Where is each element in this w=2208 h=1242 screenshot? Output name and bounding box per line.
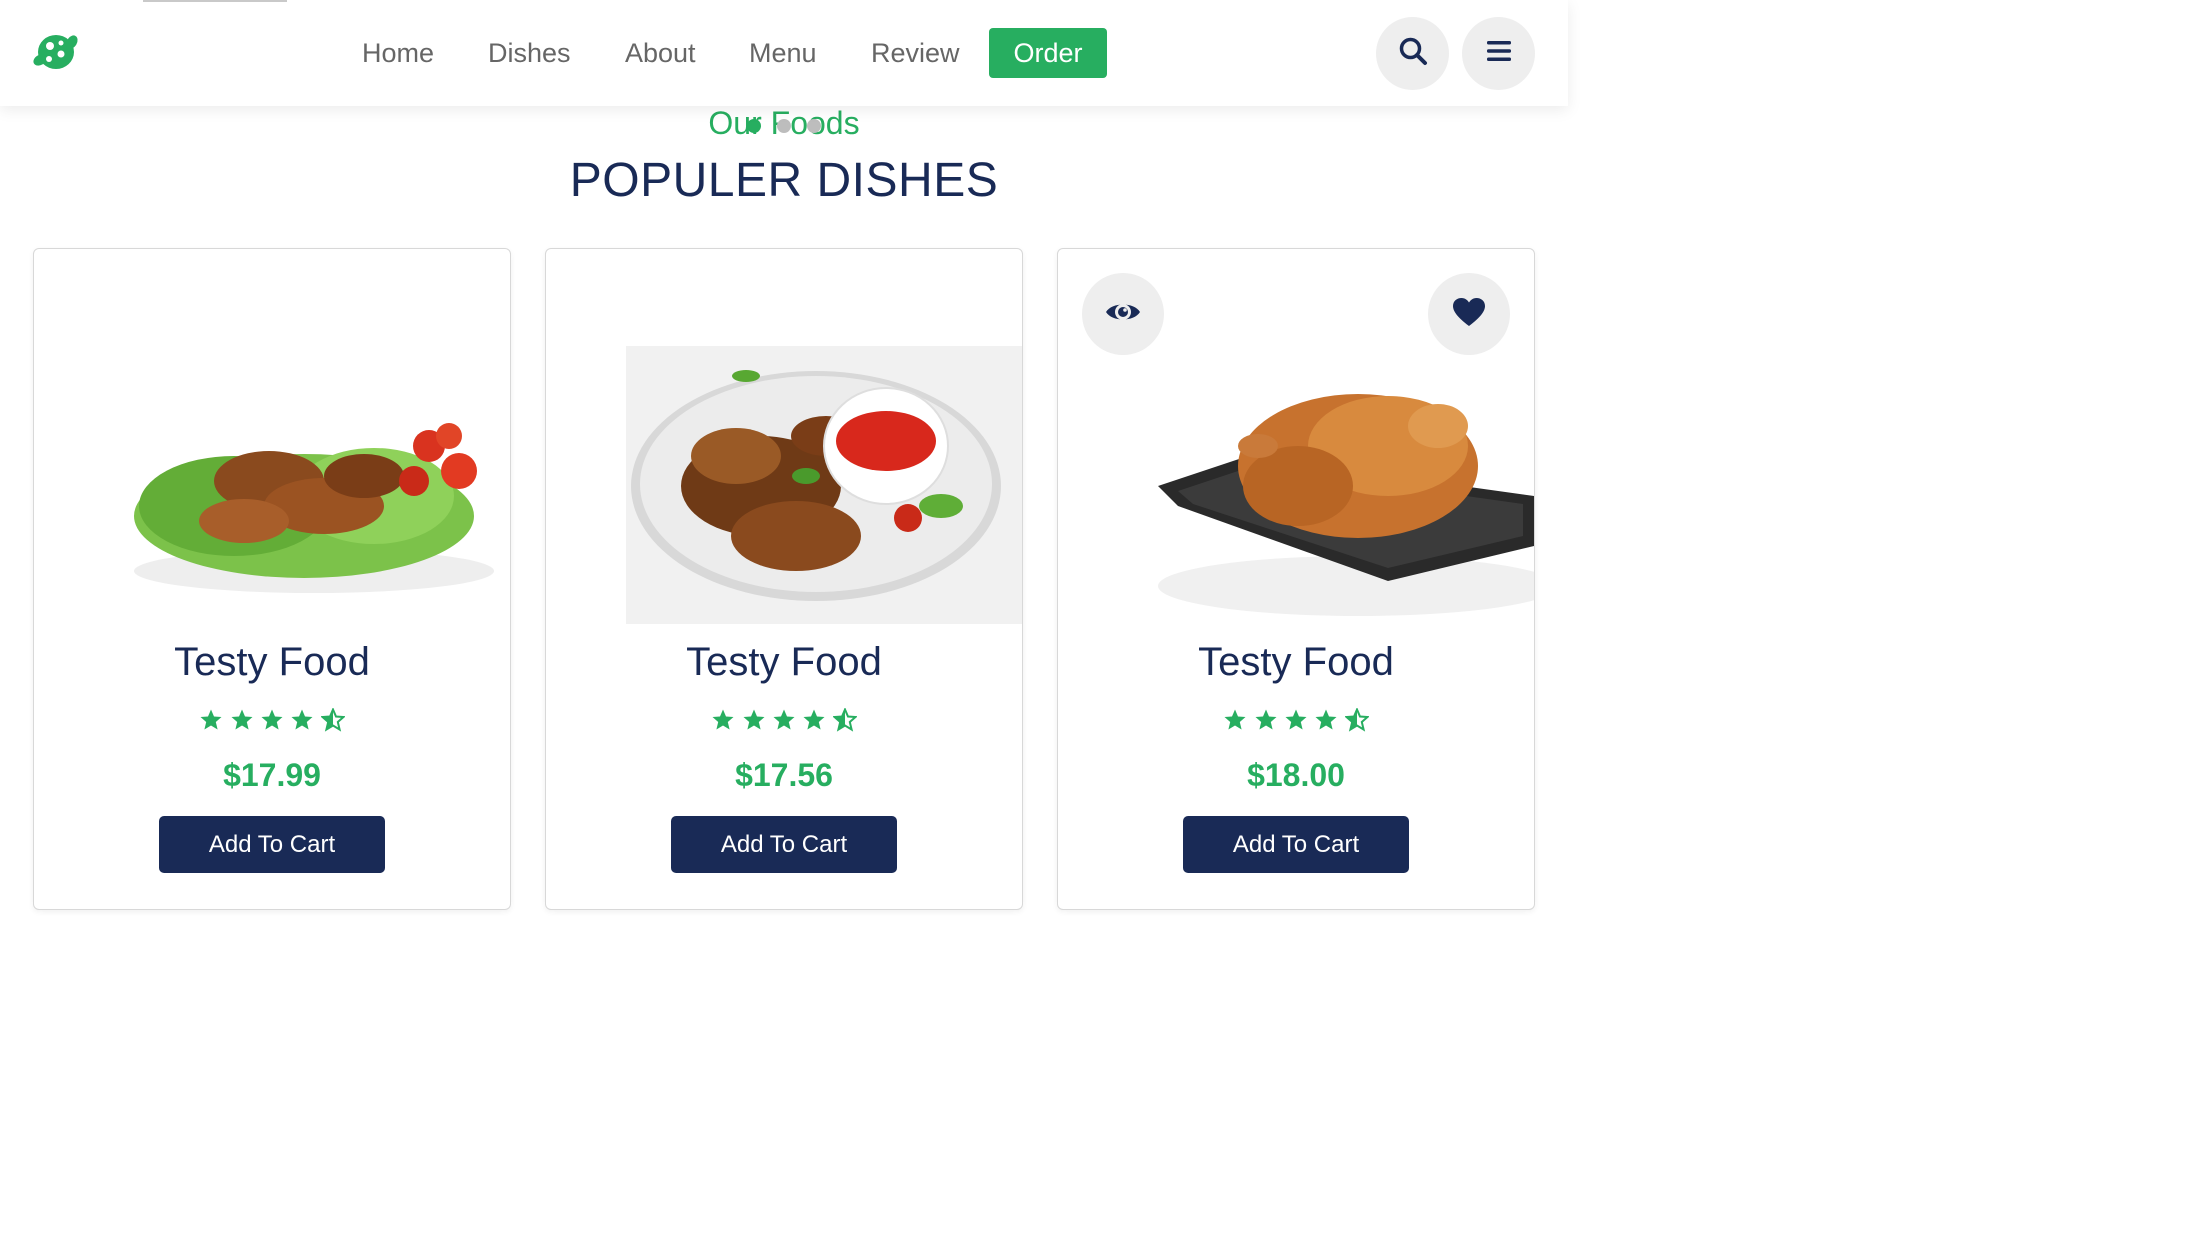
dish-title: Testy Food — [174, 640, 370, 684]
star-icon — [1315, 709, 1337, 730]
star-icon — [291, 709, 313, 730]
search-button[interactable] — [1376, 17, 1449, 90]
nav-review[interactable]: Review — [871, 36, 960, 70]
star-icon — [743, 709, 765, 730]
rating-stars — [546, 708, 1022, 734]
nav-about[interactable]: About — [625, 36, 696, 70]
top-strip — [143, 0, 287, 2]
section-heading: POPULER DISHES — [569, 154, 999, 207]
dish-image-wings-salad — [114, 346, 510, 624]
star-half-icon — [832, 708, 857, 732]
dish-price: $17.56 — [735, 757, 833, 793]
dish-card: Testy Food $18.00 Add To Cart — [1057, 248, 1535, 910]
carousel-dot[interactable] — [807, 119, 821, 133]
nav-dishes[interactable]: Dishes — [488, 36, 571, 70]
rating-stars — [1058, 708, 1534, 734]
star-icon — [773, 709, 795, 730]
nav-home[interactable]: Home — [362, 36, 434, 70]
star-icon — [1285, 709, 1307, 730]
star-half-icon — [1344, 708, 1369, 732]
star-icon — [1255, 709, 1277, 730]
heart-icon — [1452, 297, 1486, 332]
hamburger-menu-icon — [1486, 39, 1512, 68]
star-icon — [231, 709, 253, 730]
eye-icon — [1104, 298, 1142, 331]
add-to-cart-button[interactable]: Add To Cart — [1183, 816, 1409, 873]
star-icon — [200, 709, 222, 730]
star-icon — [261, 709, 283, 730]
dish-image-wings-sauce — [626, 346, 1022, 624]
star-icon — [1224, 709, 1246, 730]
star-half-icon — [320, 708, 345, 732]
dish-price: $17.99 — [223, 757, 321, 793]
search-icon — [1398, 36, 1428, 71]
quick-view-button[interactable] — [1082, 273, 1164, 355]
carousel-dots — [747, 119, 827, 133]
dish-title: Testy Food — [686, 640, 882, 684]
dish-title: Testy Food — [1198, 640, 1394, 684]
nav-menu[interactable]: Menu — [749, 36, 817, 70]
wishlist-button[interactable] — [1428, 273, 1510, 355]
dish-card: Testy Food $17.99 Add To Cart — [33, 248, 511, 910]
order-button[interactable]: Order — [989, 28, 1107, 78]
header: Home Dishes About Menu Review Order — [0, 0, 1568, 106]
carousel-dot-active[interactable] — [747, 119, 761, 133]
star-icon — [803, 709, 825, 730]
dish-price: $18.00 — [1247, 757, 1345, 793]
carousel-dot[interactable] — [777, 119, 791, 133]
dish-image-roast-chicken — [1138, 346, 1534, 624]
add-to-cart-button[interactable]: Add To Cart — [671, 816, 897, 873]
menu-button[interactable] — [1462, 17, 1535, 90]
star-icon — [712, 709, 734, 730]
dish-card: Testy Food $17.56 Add To Cart — [545, 248, 1023, 910]
food-logo-icon[interactable] — [30, 30, 80, 74]
add-to-cart-button[interactable]: Add To Cart — [159, 816, 385, 873]
rating-stars — [34, 708, 510, 734]
